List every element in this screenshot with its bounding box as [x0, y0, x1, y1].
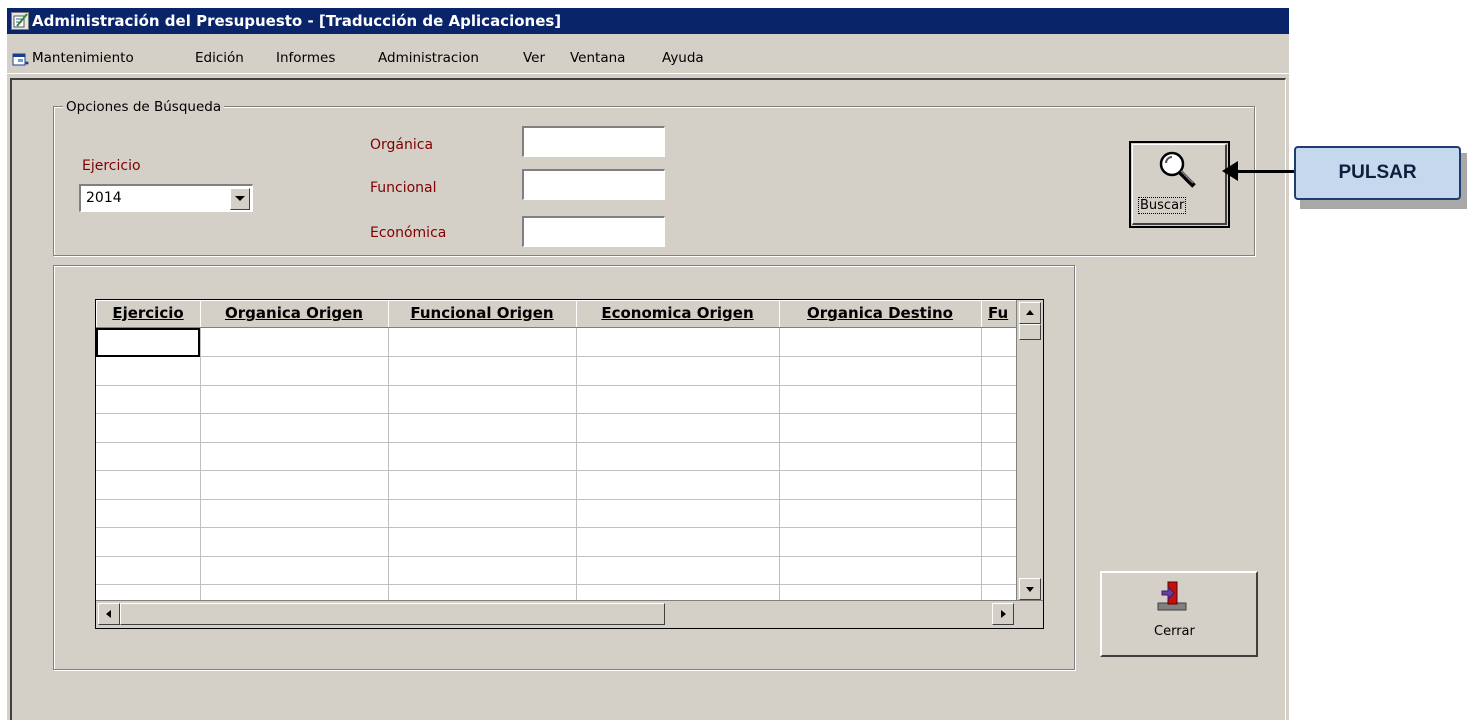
- grid-row-line: [96, 527, 1016, 528]
- mdi-child-icon[interactable]: [12, 52, 30, 71]
- grid-row-line: [96, 499, 1016, 500]
- funcional-input[interactable]: [522, 169, 665, 200]
- arrow-up-icon: [1026, 310, 1034, 315]
- cerrar-button-label: Cerrar: [1154, 624, 1195, 639]
- scroll-down-button[interactable]: [1019, 578, 1041, 600]
- grid-header-economica-origen[interactable]: Economica Origen: [576, 300, 780, 328]
- window-title: Administración del Presupuesto - [Traduc…: [32, 12, 562, 30]
- scroll-thumb-horizontal[interactable]: [120, 603, 665, 625]
- arrow-down-icon: [1026, 587, 1034, 592]
- results-grid[interactable]: Ejercicio Organica Origen Funcional Orig…: [95, 299, 1044, 629]
- grid-row-line: [96, 556, 1016, 557]
- grid-col-line: [576, 328, 577, 600]
- grid-row-line: [96, 413, 1016, 414]
- callout-arrow-line: [1236, 170, 1294, 173]
- menu-ventana[interactable]: Ventana: [570, 50, 625, 66]
- pulsar-callout: PULSAR: [1294, 146, 1461, 200]
- cerrar-button[interactable]: Cerrar: [1100, 571, 1258, 657]
- grid-row-line: [96, 385, 1016, 386]
- ejercicio-dropdown-button[interactable]: [230, 188, 250, 210]
- grid-horizontal-scrollbar[interactable]: [96, 600, 1043, 628]
- grid-col-line: [981, 328, 982, 600]
- menu-informes[interactable]: Informes: [276, 50, 335, 66]
- ejercicio-value: 2014: [86, 190, 122, 206]
- grid-row-line: [96, 356, 1016, 357]
- search-options-legend: Opciones de Búsqueda: [63, 99, 225, 115]
- grid-row-line: [96, 442, 1016, 443]
- organica-input[interactable]: [522, 126, 665, 157]
- buscar-button[interactable]: Buscar: [1129, 141, 1230, 228]
- scroll-left-button[interactable]: [98, 603, 120, 625]
- menu-ayuda[interactable]: Ayuda: [662, 50, 704, 66]
- economica-label: Económica: [370, 225, 447, 241]
- buscar-button-label: Buscar: [1138, 197, 1187, 214]
- menu-mantenimiento[interactable]: Mantenimiento: [32, 50, 134, 66]
- scroll-up-button[interactable]: [1019, 302, 1041, 324]
- title-bar: Administración del Presupuesto - [Traduc…: [7, 8, 1289, 34]
- grid-header-ejercicio[interactable]: Ejercicio: [96, 300, 201, 328]
- grid-col-line: [779, 328, 780, 600]
- grid-header-funcional-origen[interactable]: Funcional Origen: [388, 300, 577, 328]
- app-icon: [11, 12, 29, 30]
- organica-label: Orgánica: [370, 137, 434, 153]
- grid-vertical-scrollbar[interactable]: [1016, 300, 1043, 601]
- funcional-label: Funcional: [370, 180, 437, 196]
- grid-header-organica-destino[interactable]: Organica Destino: [779, 300, 982, 328]
- grid-row-line: [96, 584, 1016, 585]
- grid-col-line: [200, 328, 201, 600]
- grid-header-organica-origen[interactable]: Organica Origen: [200, 300, 389, 328]
- menu-administracion[interactable]: Administracion: [378, 50, 479, 66]
- grid-col-line: [388, 328, 389, 600]
- ejercicio-select[interactable]: 2014: [79, 184, 253, 212]
- exit-door-icon: [1154, 579, 1190, 616]
- arrow-right-icon: [1001, 610, 1006, 618]
- economica-input[interactable]: [522, 216, 665, 247]
- grid-row-line: [96, 470, 1016, 471]
- menu-ver[interactable]: Ver: [523, 50, 545, 66]
- scroll-right-button[interactable]: [992, 603, 1014, 625]
- magnifier-icon: [1156, 149, 1202, 194]
- menu-edicion[interactable]: Edición: [195, 50, 244, 66]
- chevron-down-icon: [235, 196, 245, 201]
- arrow-left-icon: [1222, 161, 1238, 181]
- grid-current-cell[interactable]: [96, 328, 200, 357]
- scroll-thumb-vertical[interactable]: [1019, 324, 1041, 340]
- arrow-left-small-icon: [106, 610, 111, 618]
- ejercicio-label: Ejercicio: [82, 158, 141, 174]
